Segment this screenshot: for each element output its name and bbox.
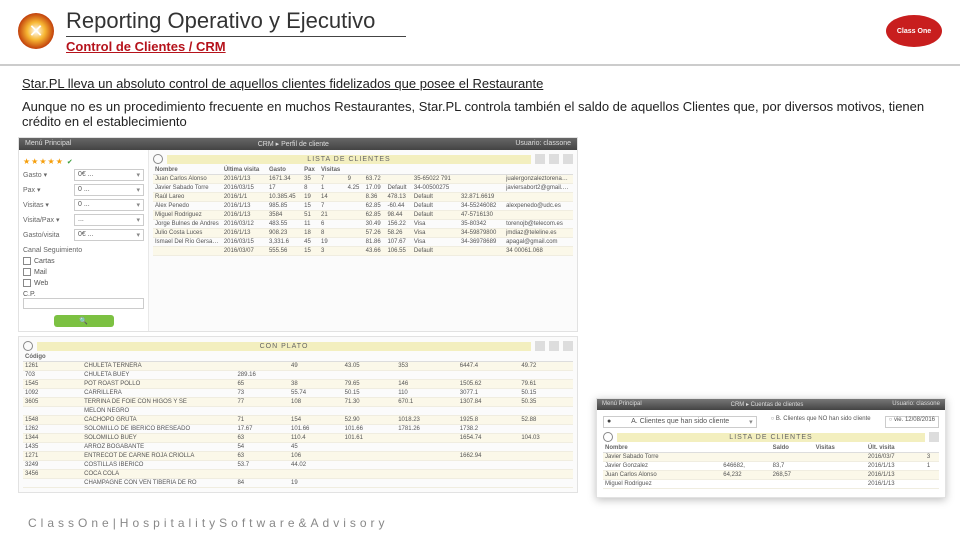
header-divider bbox=[0, 64, 960, 66]
search-icon[interactable] bbox=[23, 341, 33, 351]
sel-gasto[interactable]: 0€ ... bbox=[74, 169, 144, 181]
shot3-bar-right: Usuario: classone bbox=[892, 401, 940, 408]
sel-gastovis[interactable]: 0€ ... bbox=[74, 229, 144, 241]
export-icon[interactable] bbox=[929, 432, 939, 442]
table-row[interactable]: 2016/03/07555.5615343.66106.55Default34 … bbox=[153, 247, 573, 256]
shot1-bar-right: Usuario: classone bbox=[515, 140, 571, 148]
client-list-pane: LISTA DE CLIENTES NombreÚltima visitaGas… bbox=[149, 150, 577, 331]
table-row[interactable]: Juan Carlos Alonso64,232268,572016/1/13 bbox=[603, 471, 939, 480]
reload-icon[interactable] bbox=[563, 154, 573, 164]
footer-text: ClassOne|HospitalitySoftware&Advisory bbox=[28, 516, 389, 530]
client-list-title: LISTA DE CLIENTES bbox=[167, 155, 531, 164]
plato-table: Código 1261CHULETA TERNERA4943.053536447… bbox=[23, 353, 573, 488]
table-row[interactable]: CHAMPAGNE CON VEN TIBERIA DE RO8419 bbox=[23, 479, 573, 488]
sel-pax[interactable]: 0 ... bbox=[74, 184, 144, 196]
table-row[interactable]: 3605TERRINA DE FOIE CON HIGOS Y SE771087… bbox=[23, 398, 573, 407]
table-row[interactable]: Javier Sabado Torre2016/03/73 bbox=[603, 453, 939, 462]
table-row[interactable]: Juan Carlos Alonso2016/1/131671.34357963… bbox=[153, 175, 573, 184]
table-row[interactable]: Ismael Del Río Gersapio2016/03/153,331.6… bbox=[153, 238, 573, 247]
screenshot-cuentas: Menú Principal CRM ▸ Cuentas de clientes… bbox=[596, 398, 946, 498]
table-row[interactable]: 3456COCA COLA bbox=[23, 470, 573, 479]
chk-web[interactable] bbox=[23, 279, 31, 287]
lbl-gasto: Gasto ▾ bbox=[23, 171, 71, 179]
table-row[interactable]: 1262SOLOMILLO DE IBERICO BRESEADO17.6710… bbox=[23, 425, 573, 434]
plato-list-title: CON PLATO bbox=[37, 342, 531, 351]
shot3-bar-left: Menú Principal bbox=[602, 401, 642, 408]
table-row[interactable]: 1344SOLOMILLO BUEY63110.4101.611654.7410… bbox=[23, 434, 573, 443]
radio-b[interactable]: B. Clientes que NO han sido cliente bbox=[771, 416, 871, 428]
lbl-canal: Canal Seguimiento bbox=[23, 247, 144, 254]
lbl-cp: C.P. bbox=[23, 291, 144, 298]
table-row[interactable]: 1261CHULETA TERNERA4943.053536447.449.72 bbox=[23, 362, 573, 371]
shot1-bar-mid: CRM ▸ Perfil de cliente bbox=[258, 140, 329, 148]
table-row[interactable]: 1271ENTRECOT DE CARNE ROJA CRIOLLA631061… bbox=[23, 452, 573, 461]
brand-right-text: Class One bbox=[897, 28, 931, 35]
table-row[interactable]: Jorge Bulnes de Andres2016/03/12483.5511… bbox=[153, 220, 573, 229]
chk-mail[interactable] bbox=[23, 268, 31, 276]
table-row[interactable]: 703CHULETA BUEY289.16 bbox=[23, 371, 573, 380]
screenshot-crm-profile: Menú Principal CRM ▸ Perfil de cliente U… bbox=[18, 137, 578, 332]
lbl-visitas: Visitas ▾ bbox=[23, 201, 71, 209]
intro-p2: Aunque no es un procedimiento frecuente … bbox=[22, 99, 938, 129]
screenshot-con-plato: CON PLATO Código 1261CHULETA TERNERA4943… bbox=[18, 336, 578, 493]
radio-a[interactable]: A. Clientes que han sido cliente bbox=[603, 416, 757, 428]
brand-left-icon: ✕ bbox=[18, 13, 54, 49]
rating-stars[interactable]: ★★★★★ bbox=[23, 157, 64, 166]
page-subtitle: Control de Clientes / CRM bbox=[66, 39, 874, 54]
shot3-bar-mid: CRM ▸ Cuentas de clientes bbox=[731, 401, 804, 408]
table-row[interactable]: Álex Penedo2016/1/13985.8515762.85-60.44… bbox=[153, 202, 573, 211]
pdf-icon[interactable] bbox=[549, 341, 559, 351]
table-row[interactable]: Miguel Rodriguez2016/1/13 bbox=[603, 480, 939, 489]
export-icon[interactable] bbox=[535, 154, 545, 164]
shot1-bar-left: Menú Principal bbox=[25, 140, 71, 148]
table-row[interactable]: 1435ARROZ BOGABANTE5445 bbox=[23, 443, 573, 452]
cuentas-table: NombreSaldoVisitasÚlt. visita Javier Sab… bbox=[603, 444, 939, 489]
date-field[interactable]: vie. 12/08/2016 bbox=[885, 416, 939, 428]
search-icon[interactable] bbox=[603, 432, 613, 442]
intro-text: Star.PL lleva un absoluto control de aqu… bbox=[0, 76, 960, 129]
cuentas-list-title: LISTA DE CLIENTES bbox=[617, 433, 925, 442]
header: ✕ Reporting Operativo y Ejecutivo Contro… bbox=[0, 0, 960, 58]
table-row[interactable]: MELON NEGRO bbox=[23, 407, 573, 416]
table-row[interactable]: Julio Costa Luces2016/1/13908.2318857.26… bbox=[153, 229, 573, 238]
lbl-gastovis: Gasto/visita bbox=[23, 232, 71, 239]
shot1-topbar: Menú Principal CRM ▸ Perfil de cliente U… bbox=[19, 138, 577, 150]
table-row[interactable]: Javier Gonzalez646682,83,72016/1/131 bbox=[603, 462, 939, 471]
brand-right-icon: Class One bbox=[886, 15, 942, 47]
pdf-icon[interactable] bbox=[549, 154, 559, 164]
confirm-icon[interactable]: ✔ bbox=[67, 158, 73, 166]
input-cp[interactable] bbox=[23, 298, 144, 309]
table-row[interactable]: 3249COSTILLAS IBERICO53.744.02 bbox=[23, 461, 573, 470]
table-row[interactable]: 1092CARRILLERA7355.7450.151103077.150.15 bbox=[23, 389, 573, 398]
sel-visitas[interactable]: 0 ... bbox=[74, 199, 144, 211]
chk-cartas[interactable] bbox=[23, 257, 31, 265]
page-title: Reporting Operativo y Ejecutivo bbox=[66, 8, 406, 37]
sel-visitapax[interactable]: ... bbox=[74, 214, 144, 226]
client-table: NombreÚltima visitaGastoPaxVisitas Juan … bbox=[153, 166, 573, 256]
filter-panel: ★★★★★ ✔ Gasto ▾ 0€ ... Pax ▾0 ... Visita… bbox=[19, 150, 149, 331]
export-icon[interactable] bbox=[535, 341, 545, 351]
table-row[interactable]: Raúl Lareo2016/1/110.385.4519148.36478.1… bbox=[153, 193, 573, 202]
search-icon[interactable] bbox=[153, 154, 163, 164]
table-row[interactable]: 1548CACHOPO GRUTA7115452.901018.231925.8… bbox=[23, 416, 573, 425]
intro-p1: Star.PL lleva un absoluto control de aqu… bbox=[22, 76, 938, 91]
reload-icon[interactable] bbox=[563, 341, 573, 351]
search-button[interactable]: 🔍 bbox=[54, 315, 114, 327]
table-row[interactable]: Miguel Rodriguez2016/1/133584512162.8598… bbox=[153, 211, 573, 220]
table-row[interactable]: 1545POT ROAST POLLO653879.651461505.6279… bbox=[23, 380, 573, 389]
title-block: Reporting Operativo y Ejecutivo Control … bbox=[66, 8, 874, 54]
table-row[interactable]: Javier Sabado Torre2016/03/1517814.2517.… bbox=[153, 184, 573, 193]
